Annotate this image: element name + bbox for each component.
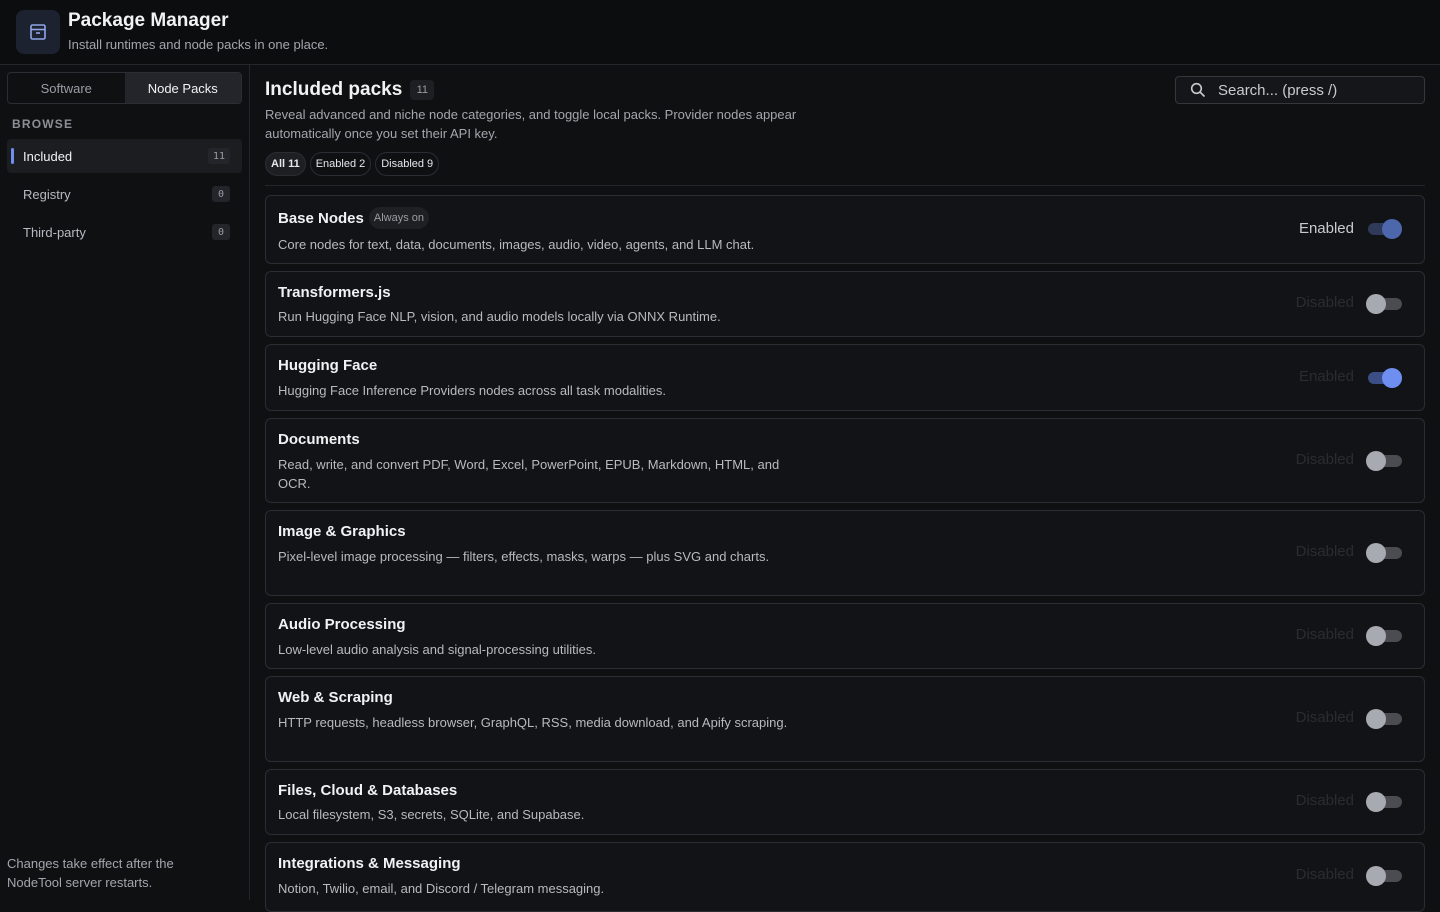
pack-status: Disabled [1295, 709, 1354, 726]
sidebar-item-included[interactable]: Included 11 [7, 139, 242, 173]
pack-card-files-cloud-databases: Files, Cloud & Databases Local filesyste… [265, 769, 1425, 835]
pack-name: Base Nodes Always on [278, 207, 430, 229]
pack-toggle[interactable] [1366, 543, 1402, 563]
filter-chips: All 11 Enabled 2 Disabled 9 [265, 152, 440, 176]
sidebar-item-count: 0 [212, 186, 230, 202]
filter-label: Enabled [315, 158, 357, 170]
filter-enabled[interactable]: Enabled 2 [309, 152, 372, 176]
sidebar-item-label: Included [23, 148, 73, 164]
filter-count: 11 [288, 158, 300, 170]
pack-name: Web & Scraping [278, 689, 393, 706]
tab-node-packs[interactable]: Node Packs [124, 73, 241, 103]
page-title-text: Included packs [265, 79, 403, 100]
pack-card-documents: Documents Read, write, and convert PDF, … [265, 418, 1425, 503]
browse-section-label: BROWSE [12, 117, 74, 131]
filter-label: Disabled [381, 158, 425, 170]
search-icon [1190, 81, 1208, 99]
app-subtitle: Install runtimes and node packs in one p… [68, 37, 329, 52]
sidebar-item-registry[interactable]: Registry 0 [7, 177, 242, 211]
search-input[interactable] [1218, 81, 1418, 99]
header-divider [265, 185, 1425, 186]
pack-name: Hugging Face [278, 357, 378, 374]
pack-toggle[interactable] [1366, 792, 1402, 812]
pack-name: Integrations & Messaging [278, 855, 461, 872]
pack-description: Local filesystem, S3, secrets, SQLite, a… [278, 807, 585, 822]
sidebar-item-third-party[interactable]: Third-party 0 [7, 215, 242, 249]
pack-card-hugging-face: Hugging Face Hugging Face Inference Prov… [265, 344, 1425, 411]
filter-label: All [271, 158, 286, 170]
filter-all[interactable]: All 11 [265, 152, 306, 176]
pack-description: Hugging Face Inference Providers nodes a… [278, 383, 667, 398]
pack-status: Disabled [1295, 866, 1354, 883]
pack-toggle[interactable] [1366, 451, 1402, 471]
pack-toggle[interactable] [1366, 219, 1402, 239]
sidebar-item-label: Registry [23, 186, 71, 202]
page-description: Reveal advanced and niche node categorie… [265, 107, 797, 141]
tab-software[interactable]: Software [8, 73, 125, 103]
pack-name-text: Base Nodes [278, 209, 364, 227]
pack-card-web-scraping: Web & Scraping HTTP requests, headless b… [265, 676, 1425, 762]
filter-disabled[interactable]: Disabled 9 [375, 152, 440, 176]
pack-description: Core nodes for text, data, documents, im… [278, 237, 755, 252]
pack-name: Transformers.js [278, 284, 391, 301]
archive-box-icon [16, 10, 60, 54]
pack-toggle[interactable] [1366, 294, 1402, 314]
sidebar-item-label: Third-party [23, 224, 86, 240]
pack-description: Notion, Twilio, email, and Discord / Tel… [278, 881, 605, 896]
pack-status: Disabled [1295, 294, 1354, 311]
pack-card-audio-processing: Audio Processing Low-level audio analysi… [265, 603, 1425, 669]
pack-toggle[interactable] [1366, 626, 1402, 646]
pack-description: Read, write, and convert PDF, Word, Exce… [278, 457, 780, 491]
always-on-badge: Always on [368, 207, 430, 229]
sidebar-item-count: 11 [207, 148, 230, 164]
pack-name: Audio Processing [278, 616, 406, 633]
search-box [1175, 76, 1425, 104]
filter-count: 2 [359, 158, 366, 170]
pack-name: Files, Cloud & Databases [278, 782, 458, 799]
pack-description: Pixel-level image processing — filters, … [278, 549, 770, 564]
pack-toggle[interactable] [1366, 368, 1402, 388]
pack-name: Image & Graphics [278, 523, 406, 540]
app-header: Package Manager Install runtimes and nod… [0, 0, 1440, 65]
title-count-badge: 11 [410, 80, 435, 100]
pack-name: Documents [278, 431, 360, 448]
pack-description: Run Hugging Face NLP, vision, and audio … [278, 309, 721, 324]
view-switcher: Software Node Packs [7, 72, 242, 104]
pack-status: Disabled [1295, 792, 1354, 809]
pack-status: Disabled [1295, 451, 1354, 468]
app-title: Package Manager [68, 10, 229, 31]
pack-card-image-graphics: Image & Graphics Pixel-level image proce… [265, 510, 1425, 596]
pack-card-integrations-messaging: Integrations & Messaging Notion, Twilio,… [265, 842, 1425, 912]
restart-notice: Changes take effect after the NodeTool s… [7, 856, 174, 890]
pack-card-transformers-js: Transformers.js Run Hugging Face NLP, vi… [265, 271, 1425, 337]
pack-description: HTTP requests, headless browser, GraphQL… [278, 715, 788, 730]
filter-count: 9 [427, 158, 434, 170]
main-panel: Included packs 11 Reveal advanced and ni… [250, 65, 1440, 912]
pack-toggle[interactable] [1366, 866, 1402, 886]
pack-status: Disabled [1295, 543, 1354, 560]
page-title: Included packs 11 [265, 79, 435, 101]
pack-status: Enabled [1298, 220, 1354, 237]
sidebar: Software Node Packs BROWSE Included 11 R… [0, 65, 250, 900]
pack-status: Disabled [1295, 626, 1354, 643]
sidebar-item-count: 0 [212, 224, 230, 240]
pack-card-base-nodes: Base Nodes Always on Core nodes for text… [265, 195, 1425, 264]
pack-status: Enabled [1298, 368, 1354, 385]
pack-description: Low-level audio analysis and signal-proc… [278, 642, 596, 657]
pack-toggle[interactable] [1366, 709, 1402, 729]
